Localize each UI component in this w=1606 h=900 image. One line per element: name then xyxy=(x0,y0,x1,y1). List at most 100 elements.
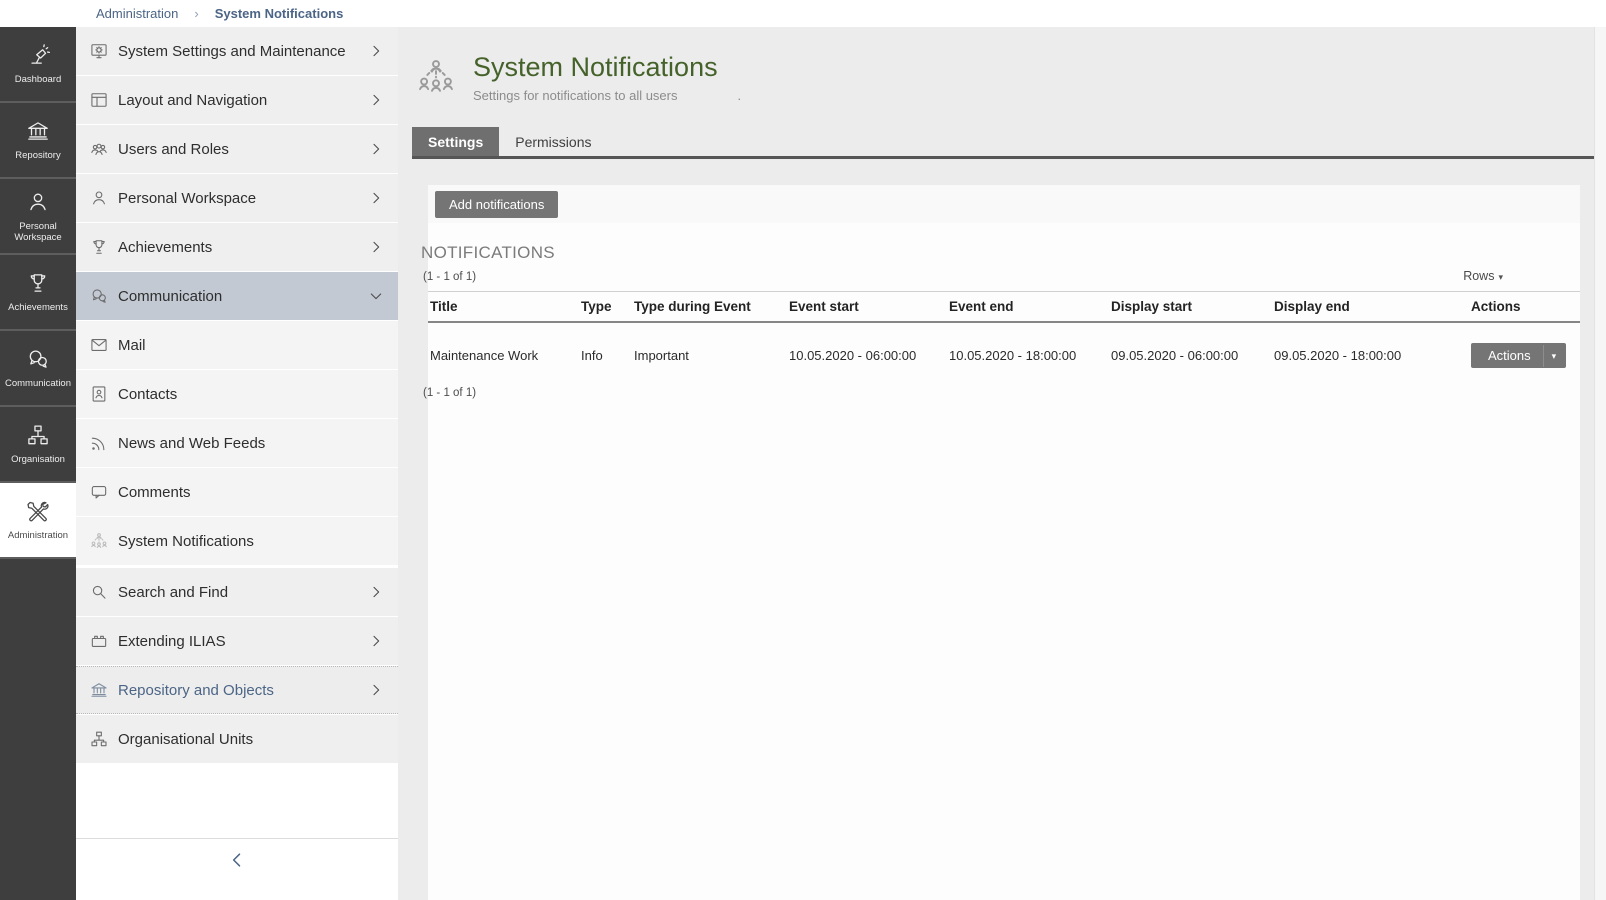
chevron-right-icon xyxy=(368,633,384,649)
page-header: System Notifications Settings for notifi… xyxy=(415,52,741,103)
sidebar-item-system-settings-and-maintenance[interactable]: System Settings and Maintenance xyxy=(76,27,398,75)
table-range-row: (1 - 1 of 1) Rows▾ xyxy=(423,269,1580,283)
sidebar-item-mail[interactable]: Mail xyxy=(76,321,398,369)
sidebar-item-label: System Notifications xyxy=(118,533,384,550)
rail-item-personal-workspace[interactable]: Personal Workspace xyxy=(0,179,76,255)
sidebar-item-organisational-units[interactable]: Organisational Units xyxy=(76,715,398,763)
sidebar-collapse-button[interactable] xyxy=(76,838,398,880)
sidebar-item-communication[interactable]: Communication xyxy=(76,272,398,320)
chevron-right-icon xyxy=(368,92,384,108)
page-subtitle: Settings for notifications to all users xyxy=(473,88,678,103)
repository-icon xyxy=(25,118,51,144)
table-cell: Maintenance Work xyxy=(428,322,573,382)
chevron-right-icon xyxy=(368,584,384,600)
sidebar-item-label: Repository and Objects xyxy=(118,682,359,699)
sidebar-item-label: Extending ILIAS xyxy=(118,633,359,650)
search-icon xyxy=(89,582,109,602)
rail-item-label: Dashboard xyxy=(13,74,63,85)
news-feeds-icon xyxy=(89,433,109,453)
rail-item-organisation[interactable]: Organisation xyxy=(0,407,76,483)
chevron-down-icon: ▾ xyxy=(1498,272,1503,282)
org-units-icon xyxy=(89,729,109,749)
layout-icon xyxy=(89,90,109,110)
sidebar-item-list: System Settings and Maintenance Layout an… xyxy=(76,27,398,763)
tab-settings[interactable]: Settings xyxy=(412,127,499,157)
table-cell: 09.05.2020 - 18:00:00 xyxy=(1266,322,1463,382)
column-header-display-end: Display end xyxy=(1266,292,1463,323)
rail-item-dashboard[interactable]: Dashboard xyxy=(0,27,76,103)
rail-item-repository[interactable]: Repository xyxy=(0,103,76,179)
rail-item-label: Repository xyxy=(13,150,62,161)
sidebar-item-label: Search and Find xyxy=(118,584,359,601)
sidebar-item-news-and-web-feeds[interactable]: News and Web Feeds xyxy=(76,419,398,467)
add-notifications-button[interactable]: Add notifications xyxy=(435,191,558,218)
sidebar-item-label: Mail xyxy=(118,337,384,354)
tab-bar: SettingsPermissions xyxy=(412,127,607,157)
sidebar-item-label: Organisational Units xyxy=(118,731,384,748)
sidebar-item-label: Users and Roles xyxy=(118,141,359,158)
table-cell: 10.05.2020 - 18:00:00 xyxy=(941,322,1103,382)
chevron-down-icon: ▾ xyxy=(1543,345,1567,367)
row-actions-button[interactable]: Actions▾ xyxy=(1471,343,1566,368)
rows-dropdown[interactable]: Rows▾ xyxy=(1463,269,1503,283)
subtitle-trailing-dot: . xyxy=(738,88,742,103)
table-header-row: TitleTypeType during EventEvent startEve… xyxy=(428,292,1580,323)
table-cell: 09.05.2020 - 06:00:00 xyxy=(1103,322,1266,382)
communication-icon xyxy=(89,286,109,306)
chevron-right-icon xyxy=(368,682,384,698)
sidebar-item-label: Comments xyxy=(118,484,384,501)
tab-underline xyxy=(412,156,1594,159)
table-cell: Important xyxy=(626,322,781,382)
notifications-table: TitleTypeType during EventEvent startEve… xyxy=(428,291,1580,382)
rail-item-label: Personal Workspace xyxy=(0,221,76,244)
personal-workspace-icon xyxy=(25,189,51,215)
sidebar-item-label: Contacts xyxy=(118,386,384,403)
breadcrumb-item-system-notifications[interactable]: System Notifications xyxy=(215,6,344,21)
breadcrumb-separator-icon: › xyxy=(194,6,198,21)
main-content: System Notifications Settings for notifi… xyxy=(398,27,1606,900)
rail-item-label: Communication xyxy=(3,378,73,389)
table-row: Maintenance WorkInfoImportant10.05.2020 … xyxy=(428,322,1580,382)
sidebar-item-users-and-roles[interactable]: Users and Roles xyxy=(76,125,398,173)
system-settings-icon xyxy=(89,41,109,61)
sidebar-item-system-notifications[interactable]: System Notifications xyxy=(76,517,398,565)
achievements-icon xyxy=(89,237,109,257)
sidebar-item-achievements[interactable]: Achievements xyxy=(76,223,398,271)
tab-permissions[interactable]: Permissions xyxy=(499,127,607,157)
sidebar-item-label: Layout and Navigation xyxy=(118,92,359,109)
sidebar-item-comments[interactable]: Comments xyxy=(76,468,398,516)
rail-item-label: Administration xyxy=(6,530,70,541)
table-cell: 10.05.2020 - 06:00:00 xyxy=(781,322,941,382)
sidebar-item-extending-ilias[interactable]: Extending ILIAS xyxy=(76,617,398,665)
content-panel: Add notifications NOTIFICATIONS (1 - 1 o… xyxy=(428,185,1580,900)
scrollbar[interactable] xyxy=(1594,27,1606,900)
sidebar-item-layout-and-navigation[interactable]: Layout and Navigation xyxy=(76,76,398,124)
sidebar-item-personal-workspace[interactable]: Personal Workspace xyxy=(76,174,398,222)
rail-item-achievements[interactable]: Achievements xyxy=(0,255,76,331)
users-roles-icon xyxy=(89,139,109,159)
sidebar-item-contacts[interactable]: Contacts xyxy=(76,370,398,418)
chevron-right-icon xyxy=(368,239,384,255)
breadcrumb-item-administration[interactable]: Administration xyxy=(96,6,178,21)
result-range-top: (1 - 1 of 1) xyxy=(423,271,476,283)
column-header-event-start: Event start xyxy=(781,292,941,323)
sidebar-item-repository-and-objects[interactable]: Repository and Objects xyxy=(76,666,398,714)
result-range-bottom: (1 - 1 of 1) xyxy=(423,387,1580,399)
contacts-icon xyxy=(89,384,109,404)
sidebar-item-label: Personal Workspace xyxy=(118,190,359,207)
chevron-right-icon xyxy=(368,190,384,206)
chevron-right-icon xyxy=(368,43,384,59)
column-header-display-start: Display start xyxy=(1103,292,1266,323)
column-header-actions: Actions xyxy=(1463,292,1580,323)
column-header-type-during-event: Type during Event xyxy=(626,292,781,323)
table-cell-actions: Actions▾ xyxy=(1463,322,1580,382)
repository-icon xyxy=(89,680,109,700)
table-cell: Info xyxy=(573,322,626,382)
achievements-icon xyxy=(25,270,51,296)
administration-icon xyxy=(25,498,51,524)
column-header-title: Title xyxy=(428,292,573,323)
rail-item-communication[interactable]: Communication xyxy=(0,331,76,407)
page-title: System Notifications xyxy=(473,52,741,83)
rail-item-administration[interactable]: Administration xyxy=(0,483,76,559)
sidebar-item-search-and-find[interactable]: Search and Find xyxy=(76,568,398,616)
